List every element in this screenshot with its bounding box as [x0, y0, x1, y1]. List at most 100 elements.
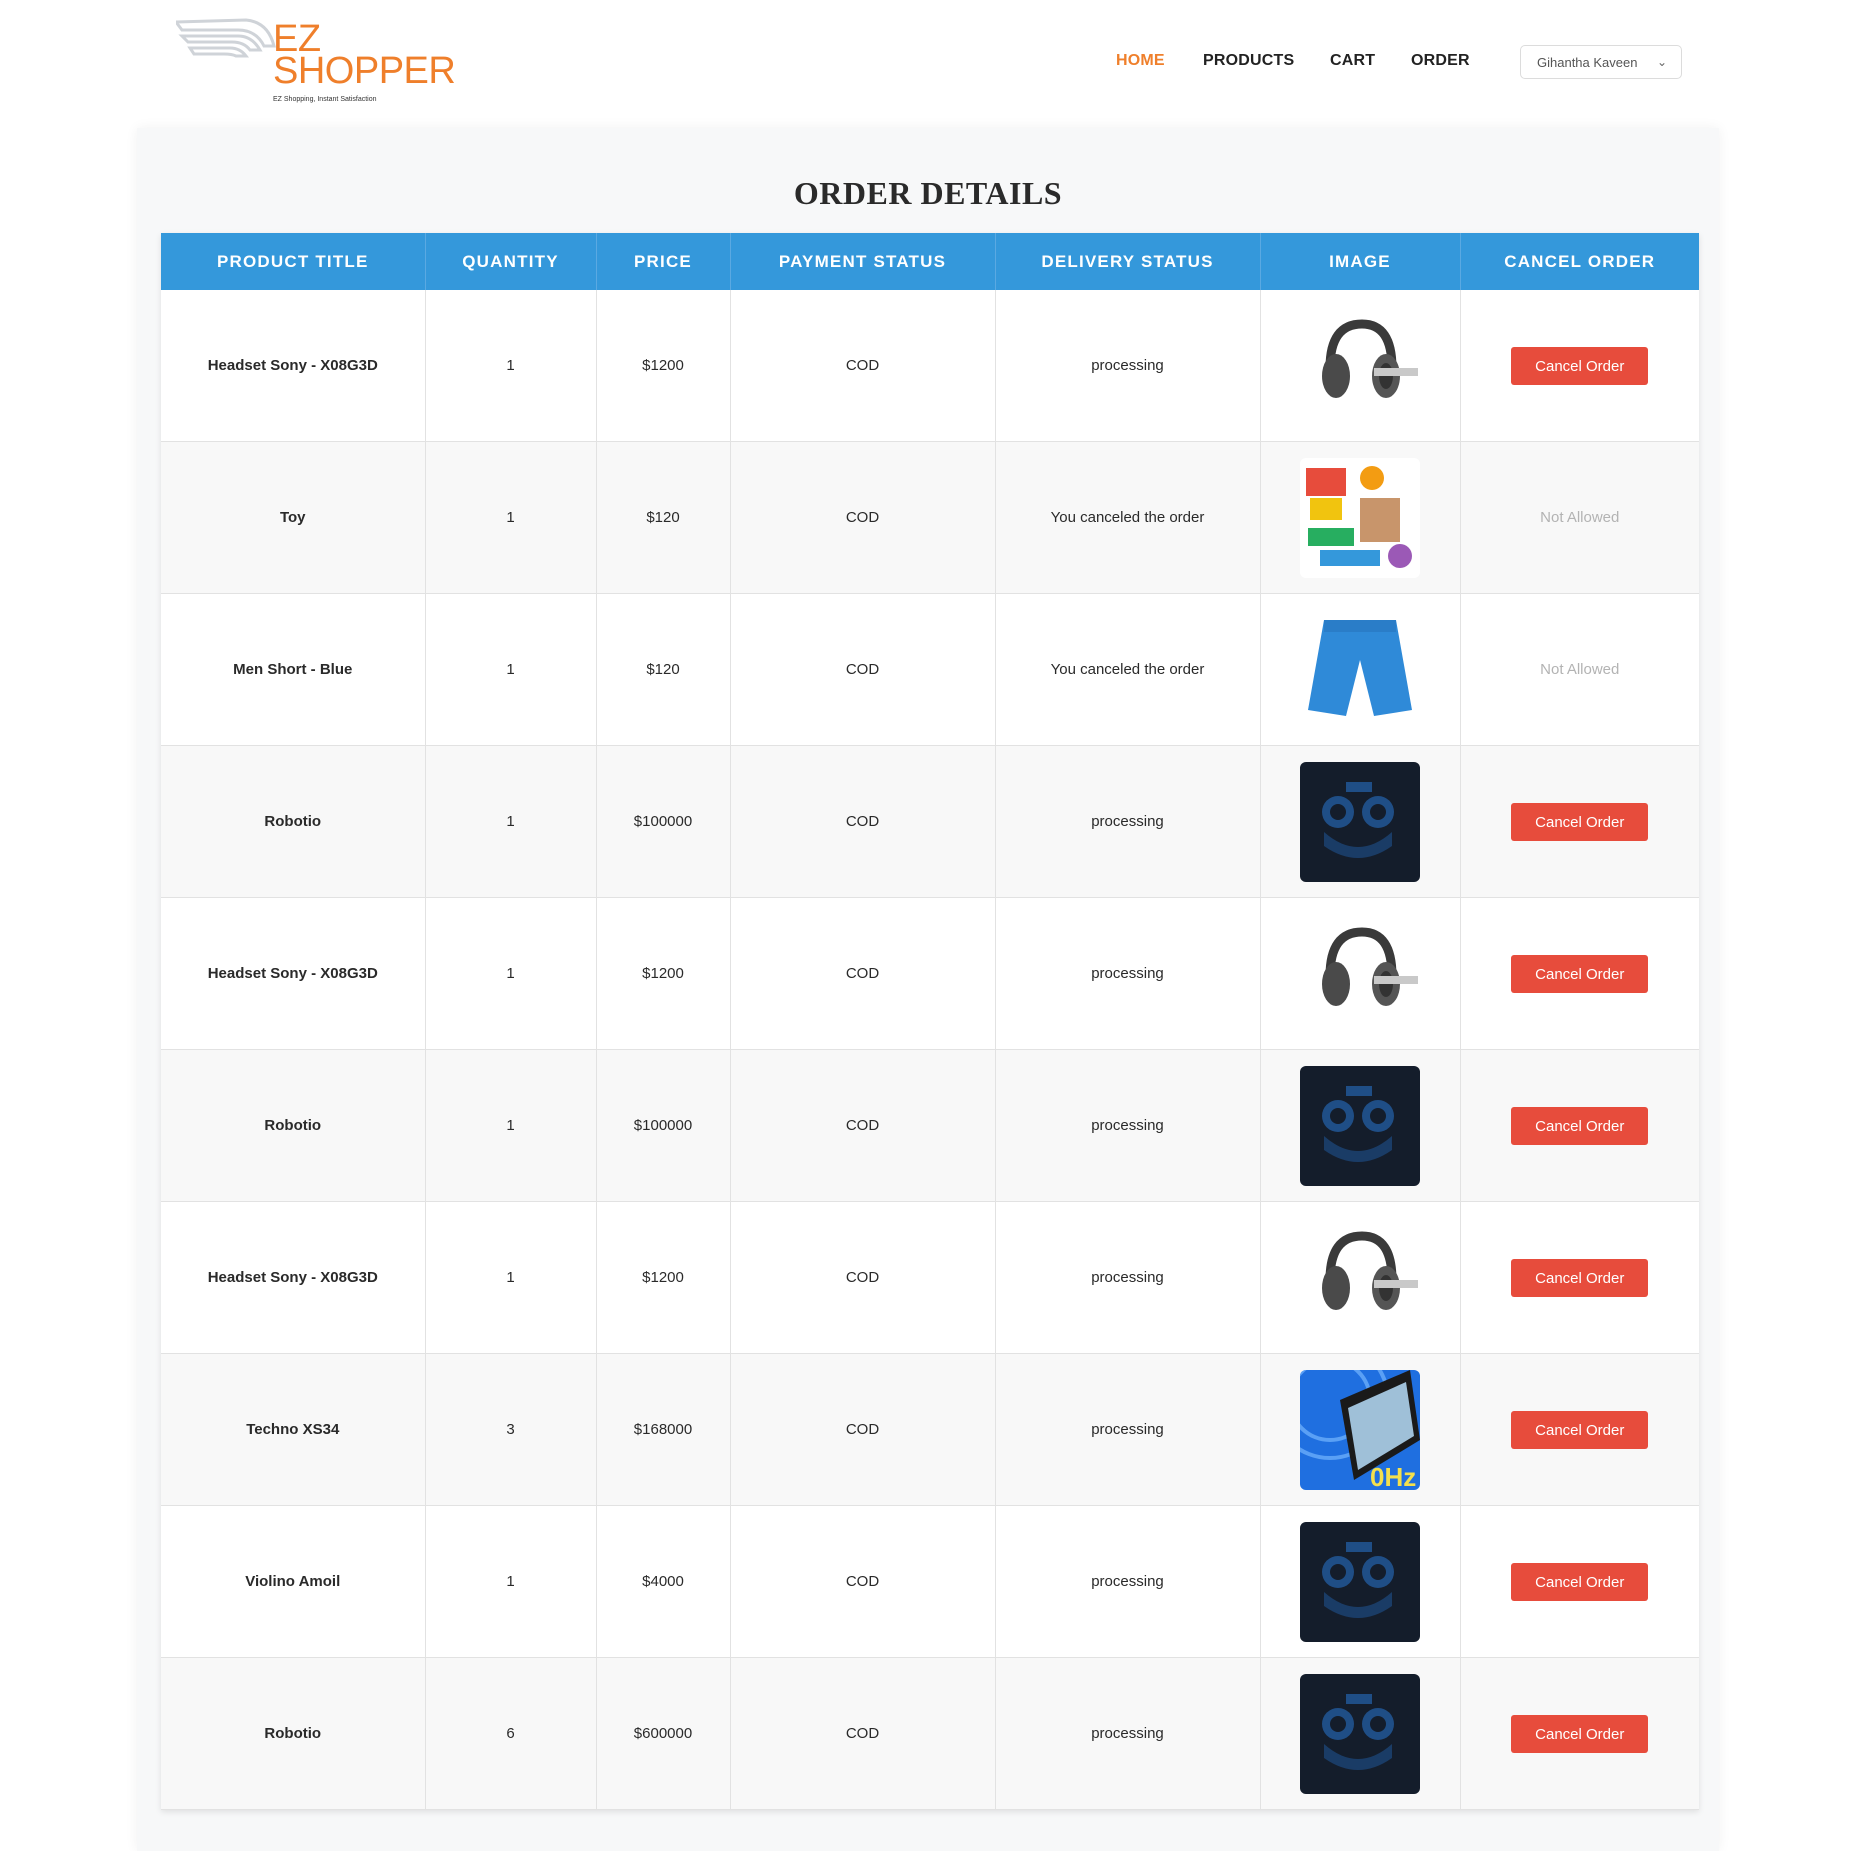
cell-cancel-order: Cancel Order	[1460, 745, 1699, 898]
cell-payment-status: COD	[730, 1353, 996, 1506]
product-image-robot	[1300, 761, 1420, 882]
cell-price: $120	[596, 593, 731, 746]
cell-quantity: 3	[425, 1353, 597, 1506]
cell-cancel-order: Cancel Order	[1460, 897, 1699, 1050]
col-header-payment-status: PAYMENT STATUS	[730, 233, 996, 290]
col-header-image: IMAGE	[1260, 233, 1461, 290]
cell-image: 0Hz	[1260, 1353, 1461, 1506]
cell-cancel-order: Cancel Order	[1460, 1201, 1699, 1354]
cancel-order-button[interactable]: Cancel Order	[1511, 1106, 1649, 1145]
cell-image	[1260, 1505, 1461, 1658]
table-row: Men Short - Blue 1 $120 COD You canceled the…	[161, 593, 1699, 746]
cell-delivery-status: processing	[995, 1353, 1261, 1506]
chevron-down-icon: ⌄	[1656, 55, 1667, 69]
cell-image	[1260, 897, 1461, 1050]
cancel-order-button[interactable]: Cancel Order	[1511, 1258, 1649, 1297]
brand-name-line2: SHOPPER	[273, 50, 456, 92]
cell-product-title: Techno XS34	[161, 1353, 426, 1506]
cell-image	[1260, 1201, 1461, 1354]
cell-image	[1260, 290, 1461, 442]
cell-product-title: Headset Sony - X08G3D	[161, 1201, 426, 1354]
cell-price: $1200	[596, 290, 731, 442]
cell-product-title: Robotio	[161, 745, 426, 898]
cell-payment-status: COD	[730, 745, 996, 898]
product-image-robot	[1300, 1521, 1420, 1642]
cancel-order-button[interactable]: Cancel Order	[1511, 802, 1649, 841]
product-image-headset	[1300, 913, 1420, 1034]
cell-image	[1260, 1657, 1461, 1810]
table-row: Techno XS34 3 $168000 COD processing 0Hz Cance…	[161, 1353, 1699, 1506]
cancel-order-button[interactable]: Cancel Order	[1511, 1562, 1649, 1601]
product-image-headset	[1300, 305, 1420, 426]
col-header-cancel-order: CANCEL ORDER	[1460, 233, 1699, 290]
cell-quantity: 1	[425, 290, 597, 442]
page-title: ORDER DETAILS	[793, 175, 1063, 211]
user-menu-dropdown[interactable]: Gihantha Kaveen ⌄	[1520, 45, 1682, 79]
cell-price: $100000	[596, 745, 731, 898]
cell-delivery-status: processing	[995, 1505, 1261, 1658]
cell-quantity: 1	[425, 1049, 597, 1202]
cell-delivery-status: processing	[995, 745, 1261, 898]
orders-table-container: PRODUCT TITLE QUANTITY PRICE PAYMENT STA…	[161, 233, 1699, 1810]
cell-product-title: Robotio	[161, 1049, 426, 1202]
table-row: Headset Sony - X08G3D 1 $1200 COD processing…	[161, 897, 1699, 1050]
cell-quantity: 1	[425, 745, 597, 898]
cell-quantity: 1	[425, 593, 597, 746]
table-row: Robotio 1 $100000 COD processing Cancel Order	[161, 745, 1699, 898]
cell-payment-status: COD	[730, 1049, 996, 1202]
not-allowed-label: Not Allowed	[1540, 509, 1620, 526]
cell-payment-status: COD	[730, 290, 996, 442]
cell-price: $100000	[596, 1049, 731, 1202]
cell-product-title: Robotio	[161, 1657, 426, 1810]
cell-payment-status: COD	[730, 593, 996, 746]
cell-delivery-status: You canceled the order	[995, 593, 1261, 746]
cell-price: $600000	[596, 1657, 731, 1810]
cell-price: $1200	[596, 897, 731, 1050]
cell-cancel-order: Cancel Order	[1460, 290, 1699, 442]
cell-payment-status: COD	[730, 897, 996, 1050]
cell-cancel-order: Cancel Order	[1460, 1049, 1699, 1202]
cell-payment-status: COD	[730, 1201, 996, 1354]
cell-image	[1260, 1049, 1461, 1202]
col-header-delivery-status: DELIVERY STATUS	[995, 233, 1261, 290]
cell-delivery-status: processing	[995, 1657, 1261, 1810]
table-row: Headset Sony - X08G3D 1 $1200 COD processing…	[161, 290, 1699, 442]
cell-payment-status: COD	[730, 1657, 996, 1810]
table-row: Robotio 6 $600000 COD processing Cancel Order	[161, 1657, 1699, 1810]
cell-product-title: Violino Amoil	[161, 1505, 426, 1658]
brand-logo[interactable]: EZ SHOPPER EZ Shopping, Instant Satisfac…	[176, 16, 456, 110]
orders-table: PRODUCT TITLE QUANTITY PRICE PAYMENT STA…	[161, 233, 1699, 1810]
cell-payment-status: COD	[730, 441, 996, 594]
table-header-row: PRODUCT TITLE QUANTITY PRICE PAYMENT STA…	[161, 233, 1699, 290]
cancel-order-button[interactable]: Cancel Order	[1511, 346, 1649, 385]
nav-cart[interactable]: CART	[1330, 52, 1375, 70]
nav-home[interactable]: HOME	[1116, 52, 1165, 70]
nav-products[interactable]: PRODUCTS	[1203, 52, 1294, 70]
cell-product-title: Men Short - Blue	[161, 593, 426, 746]
cell-quantity: 1	[425, 441, 597, 594]
user-name: Gihantha Kaveen	[1537, 54, 1638, 70]
order-panel: ORDER DETAILS PRODUCT TITLE QUANTITY PRI…	[137, 128, 1719, 1851]
cell-image	[1260, 441, 1461, 594]
cell-price: $120	[596, 441, 731, 594]
cell-image	[1260, 593, 1461, 746]
table-row: Toy 1 $120 COD You canceled the order Not All…	[161, 441, 1699, 594]
nav-order[interactable]: ORDER	[1411, 52, 1470, 70]
cell-payment-status: COD	[730, 1505, 996, 1658]
product-image-shorts	[1300, 609, 1420, 730]
cancel-order-button[interactable]: Cancel Order	[1511, 954, 1649, 993]
table-row: Robotio 1 $100000 COD processing Cancel Order	[161, 1049, 1699, 1202]
cell-quantity: 6	[425, 1657, 597, 1810]
cell-image	[1260, 745, 1461, 898]
cell-quantity: 1	[425, 1505, 597, 1658]
cell-quantity: 1	[425, 897, 597, 1050]
cancel-order-button[interactable]: Cancel Order	[1511, 1714, 1649, 1753]
cancel-order-button[interactable]: Cancel Order	[1511, 1410, 1649, 1449]
cell-delivery-status: You canceled the order	[995, 441, 1261, 594]
cell-cancel-order: Cancel Order	[1460, 1505, 1699, 1658]
svg-text:0Hz: 0Hz	[1370, 1462, 1416, 1490]
cell-cancel-order: Not Allowed	[1460, 441, 1699, 594]
product-image-headset	[1300, 1217, 1420, 1338]
product-image-phone: 0Hz	[1300, 1369, 1420, 1490]
cell-delivery-status: processing	[995, 897, 1261, 1050]
